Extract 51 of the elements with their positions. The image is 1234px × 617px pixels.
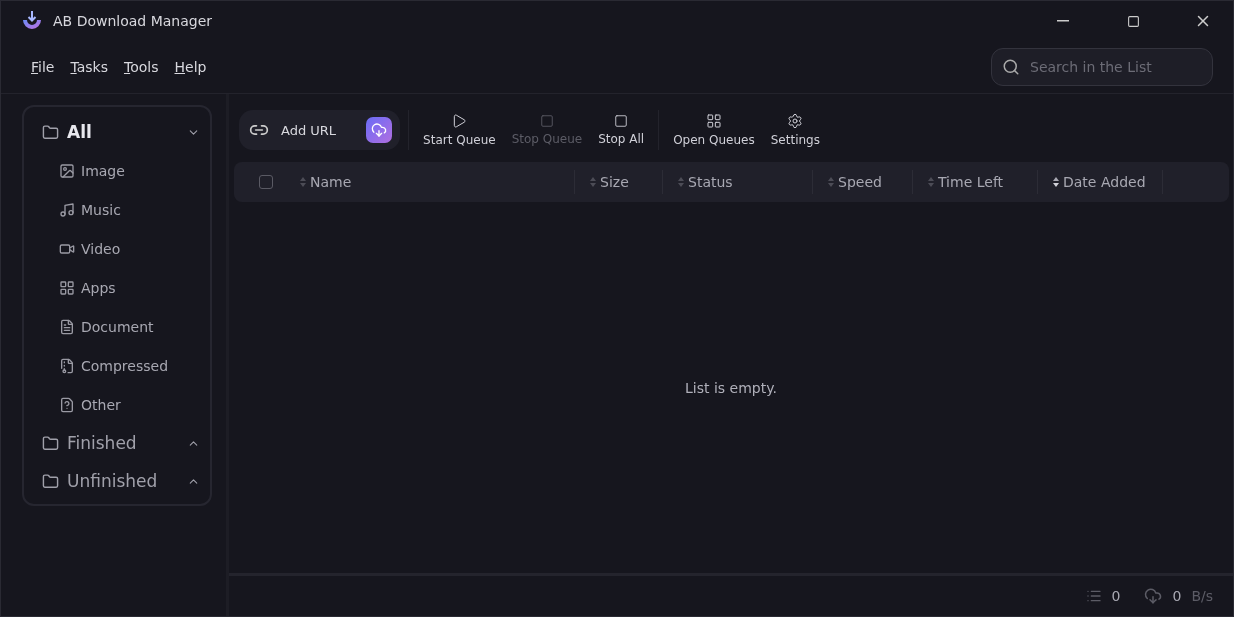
category-item[interactable]: Image bbox=[24, 151, 210, 190]
stop-icon bbox=[614, 114, 629, 128]
category-item[interactable]: Video bbox=[24, 229, 210, 268]
category-item[interactable]: Apps bbox=[24, 268, 210, 307]
speed-unit: B/s bbox=[1191, 588, 1213, 604]
minimize-icon bbox=[1057, 20, 1069, 22]
add-url-button[interactable]: Add URL bbox=[239, 110, 401, 150]
menu-item[interactable]: Tasks bbox=[70, 59, 108, 75]
menu-item[interactable]: Help bbox=[174, 59, 207, 75]
column-header[interactable]: Size bbox=[575, 170, 663, 194]
cloud-download-icon bbox=[366, 117, 393, 143]
list-icon bbox=[1085, 588, 1102, 604]
folder-icon bbox=[42, 123, 59, 141]
image-icon bbox=[59, 162, 75, 179]
category-item[interactable]: Unfinished bbox=[24, 462, 210, 500]
search-field[interactable]: Search in the List bbox=[991, 48, 1213, 86]
compressed-icon bbox=[59, 357, 75, 374]
download-count: 0 bbox=[1111, 588, 1121, 604]
cloud-download-icon bbox=[1144, 587, 1163, 605]
category-item[interactable]: Finished bbox=[24, 424, 210, 462]
empty-message: List is empty. bbox=[685, 379, 777, 396]
toolbar-button[interactable]: Settings bbox=[764, 113, 826, 147]
toolbar-button[interactable]: Open Queues bbox=[667, 113, 761, 147]
toolbar-button[interactable]: Start Queue bbox=[417, 113, 502, 147]
maximize-icon bbox=[1126, 14, 1140, 28]
menu-item[interactable]: File bbox=[31, 59, 55, 75]
play-icon bbox=[451, 113, 468, 129]
music-icon bbox=[59, 201, 75, 218]
column-header[interactable]: Name bbox=[285, 170, 575, 194]
column-header[interactable]: Speed bbox=[813, 170, 913, 194]
checkbox[interactable] bbox=[259, 175, 273, 189]
folder-icon bbox=[42, 472, 59, 490]
apps-icon bbox=[59, 279, 75, 296]
stop-icon bbox=[539, 114, 554, 128]
app-logo-icon bbox=[21, 10, 43, 32]
column-header[interactable]: Time Left bbox=[913, 170, 1038, 194]
column-header[interactable]: Status bbox=[663, 170, 813, 194]
category-item[interactable]: Music bbox=[24, 190, 210, 229]
speed-value: 0 bbox=[1172, 588, 1182, 604]
toolbar-button[interactable]: Stop All bbox=[592, 114, 651, 146]
category-item[interactable]: Compressed bbox=[24, 346, 210, 385]
settings-icon bbox=[787, 113, 804, 129]
search-icon bbox=[1002, 58, 1020, 76]
category-item[interactable]: Document bbox=[24, 307, 210, 346]
document-icon bbox=[59, 318, 75, 335]
menu-item[interactable]: Tools bbox=[123, 59, 159, 75]
window-title: AB Download Manager bbox=[53, 13, 214, 29]
category-item[interactable]: All bbox=[24, 113, 210, 151]
folder-icon bbox=[42, 434, 59, 452]
category-item[interactable]: Other bbox=[24, 385, 210, 424]
column-header[interactable]: Date Added bbox=[1038, 170, 1163, 194]
